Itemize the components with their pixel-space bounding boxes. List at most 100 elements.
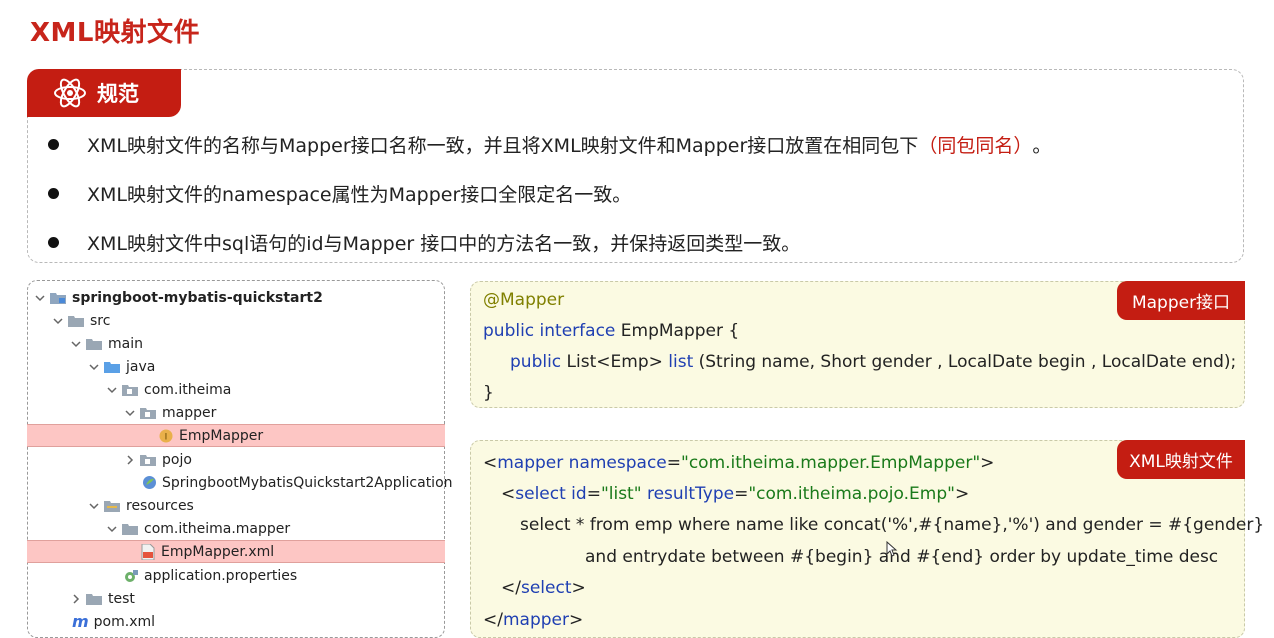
spec-bullet: XML映射文件的名称与Mapper接口名称一致，并且将XML映射文件和Mappe…	[48, 131, 1051, 158]
bullet-text-end: 。	[1032, 135, 1052, 157]
chevron-down-icon[interactable]	[70, 338, 82, 350]
method-name: list	[668, 352, 694, 372]
tree-item-label: pojo	[162, 451, 192, 468]
mouse-cursor-icon	[886, 541, 898, 557]
code-method-decl: public List<Emp> list (String name, Shor…	[510, 352, 1236, 372]
xml-bracket: >	[571, 578, 586, 598]
tree-item-label: springboot-mybatis-quickstart2	[72, 289, 323, 306]
page-title: XML映射文件	[30, 18, 200, 48]
xml-tag: mapper	[502, 610, 569, 630]
xml-bracket: >	[954, 484, 970, 504]
code-text: (String name, Short gender , LocalDate b…	[693, 352, 1237, 372]
source-folder-icon	[104, 361, 120, 373]
spec-tag: 规范	[27, 69, 181, 117]
xml-line-mapper-close: </mapper>	[483, 610, 583, 630]
folder-icon	[122, 523, 138, 535]
xml-file-icon	[141, 543, 155, 560]
tree-item-empmapper[interactable]: I EmpMapper	[27, 424, 445, 447]
tree-item-main[interactable]: main	[70, 332, 143, 355]
tree-item-label: java	[126, 358, 156, 375]
tree-item-label: main	[108, 335, 143, 352]
tree-item-empmapper-xml[interactable]: EmpMapper.xml	[27, 540, 445, 563]
spec-tag-label: 规范	[97, 82, 139, 106]
tree-item-label: SpringbootMybatisQuickstart2Application	[162, 474, 453, 491]
tree-item-test[interactable]: test	[70, 587, 135, 610]
resources-folder-icon	[104, 500, 120, 512]
xml-tag: select	[520, 578, 572, 598]
tree-item-label: mapper	[162, 404, 217, 421]
xml-bracket: >	[980, 453, 995, 473]
code-text: List<Emp>	[561, 352, 669, 372]
properties-file-icon	[125, 569, 138, 582]
tree-item-application-properties[interactable]: application.properties	[124, 564, 297, 587]
tree-item-pom[interactable]: m pom.xml	[72, 610, 155, 633]
xml-bracket: >	[569, 610, 584, 630]
tree-item-label: resources	[126, 497, 194, 514]
tree-item-label: test	[108, 590, 135, 607]
bullet-text: XML映射文件的namespace属性为Mapper接口全限定名一致。	[87, 184, 632, 206]
chevron-right-icon[interactable]	[70, 593, 82, 605]
xml-line-mapper-open: <mapper namespace="com.itheima.mapper.Em…	[483, 453, 994, 473]
package-icon	[122, 384, 138, 396]
xml-value: "com.itheima.mapper.EmpMapper"	[681, 453, 981, 473]
code-interface-decl: public interface EmpMapper {	[483, 321, 739, 341]
chevron-down-icon[interactable]	[106, 384, 118, 396]
tree-item-package[interactable]: com.itheima	[106, 378, 231, 401]
folder-icon	[86, 338, 102, 350]
code-closing-brace: }	[483, 383, 494, 403]
chevron-down-icon[interactable]	[34, 292, 46, 304]
bullet-dot-icon	[48, 188, 59, 199]
spec-bullet: XML映射文件的namespace属性为Mapper接口全限定名一致。	[48, 180, 631, 207]
tree-item-resources[interactable]: resources	[88, 494, 194, 517]
tree-item-pojo[interactable]: pojo	[124, 448, 192, 471]
chevron-right-icon[interactable]	[124, 454, 136, 466]
xml-file-tag: XML映射文件	[1117, 440, 1245, 479]
folder-icon	[68, 315, 84, 327]
tree-item-package[interactable]: mapper	[124, 401, 216, 424]
xml-attr: namespace	[563, 453, 667, 473]
chevron-down-icon[interactable]	[52, 315, 64, 327]
xml-line-sql-1: select * from emp where name like concat…	[520, 515, 1265, 535]
code-annotation: @Mapper	[483, 290, 564, 310]
tree-item-label: EmpMapper.xml	[161, 543, 275, 560]
bullet-text: XML映射文件的名称与Mapper接口名称一致，并且将XML映射文件和Mappe…	[87, 135, 919, 157]
xml-tag: select	[515, 484, 566, 504]
xml-value: "com.itheima.pojo.Emp"	[748, 484, 955, 504]
keyword: public	[510, 352, 562, 372]
xml-eq: =	[586, 484, 601, 504]
tree-item-java[interactable]: java	[88, 355, 155, 378]
chevron-down-icon[interactable]	[124, 407, 136, 419]
xml-bracket: </	[483, 610, 503, 630]
keyword: public interface	[483, 321, 616, 341]
spec-bullet: XML映射文件中sql语句的id与Mapper 接口中的方法名一致，并保持返回类…	[48, 229, 800, 256]
tree-item-resource-package[interactable]: com.itheima.mapper	[106, 517, 290, 540]
tree-item-label: EmpMapper	[179, 427, 264, 444]
xml-attr: resultType	[641, 484, 735, 504]
chevron-down-icon[interactable]	[88, 361, 100, 373]
tree-item-src[interactable]: src	[52, 309, 110, 332]
xml-line-select-close: </select>	[501, 578, 586, 598]
interface-icon-letter: I	[165, 432, 168, 442]
tree-item-label: application.properties	[144, 567, 298, 584]
tree-item-label: com.itheima	[144, 381, 232, 398]
package-icon	[140, 407, 156, 419]
chevron-down-icon[interactable]	[88, 500, 100, 512]
xml-value: "list"	[600, 484, 642, 504]
tree-item-application-class[interactable]: SpringbootMybatisQuickstart2Application	[142, 471, 453, 494]
bullet-emphasis: （同包同名）	[918, 135, 1033, 157]
chevron-down-icon[interactable]	[106, 523, 118, 535]
xml-line-sql-2: and entrydate between #{begin} and #{end…	[585, 547, 1219, 567]
folder-icon	[86, 593, 102, 605]
xml-eq: =	[666, 453, 682, 473]
atom-icon	[54, 78, 86, 108]
tree-item-project[interactable]: springboot-mybatis-quickstart2	[34, 286, 323, 309]
xml-bracket: <	[501, 484, 516, 504]
xml-attr: id	[565, 484, 587, 504]
tree-item-label: com.itheima.mapper	[144, 520, 291, 537]
bullet-text: XML映射文件中sql语句的id与Mapper 接口中的方法名一致，并保持返回类…	[87, 233, 801, 255]
tree-item-label: src	[90, 312, 111, 329]
xml-eq: =	[734, 484, 749, 504]
tree-item-label: pom.xml	[93, 613, 156, 630]
maven-icon: m	[72, 612, 89, 631]
bullet-dot-icon	[48, 139, 59, 150]
